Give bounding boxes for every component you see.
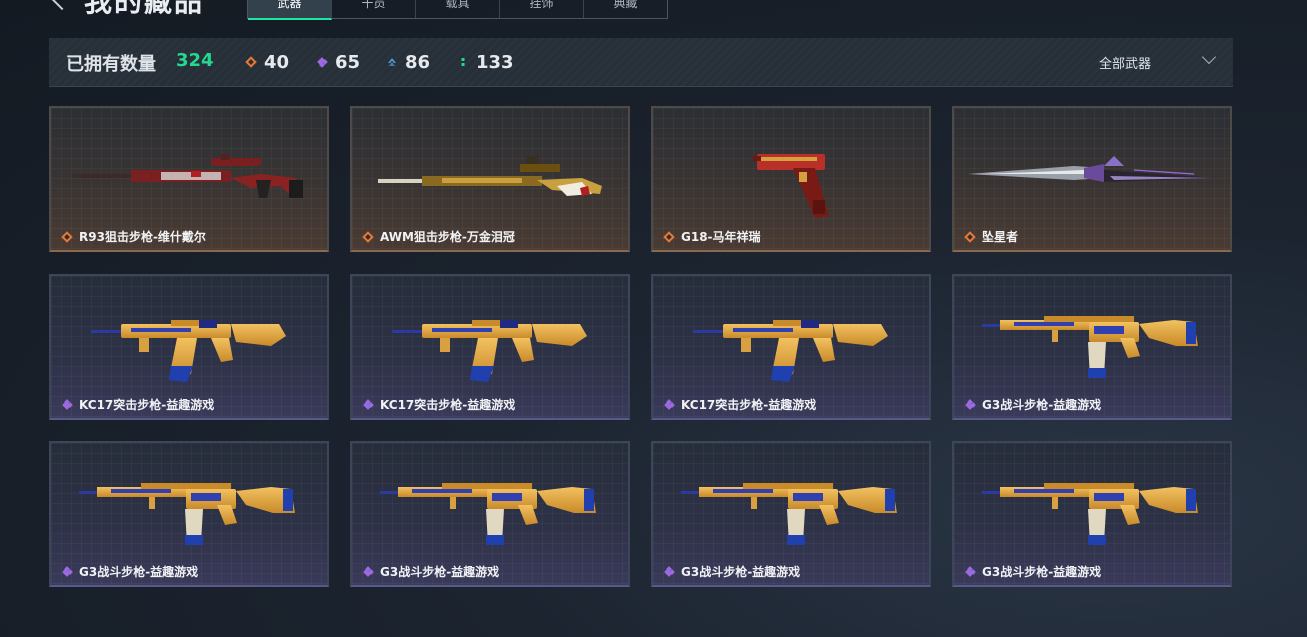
item-name: 坠星者 [982, 230, 1019, 244]
stat-orange: 40 [245, 50, 289, 74]
stat-purple-value: 65 [335, 51, 361, 73]
item-card[interactable]: 坠星者 [952, 106, 1232, 252]
stat-orange-value: 40 [264, 51, 290, 73]
item-caption: KC17突击步枪-益趣游戏 [362, 396, 515, 413]
item-caption: G3战斗步枪-益趣游戏 [61, 563, 198, 580]
weapon-image [352, 276, 628, 396]
item-name: KC17突击步枪-益趣游戏 [380, 398, 516, 412]
weapon-image [352, 108, 628, 228]
back-arrow-icon[interactable] [47, 0, 77, 11]
orange-diamond-icon [245, 56, 257, 68]
purple-diamond-icon [61, 566, 73, 578]
item-caption: KC17突击步枪-益趣游戏 [663, 396, 816, 413]
item-card[interactable]: G3战斗步枪-益趣游戏 [350, 441, 630, 587]
item-caption: G18-马年祥瑞 [663, 228, 761, 245]
item-card[interactable]: G3战斗步枪-益趣游戏 [49, 441, 329, 587]
item-name: KC17突击步枪-益趣游戏 [681, 398, 817, 412]
purple-diamond-icon [362, 399, 374, 411]
item-caption: KC17突击步枪-益趣游戏 [61, 396, 214, 413]
item-caption: G3战斗步枪-益趣游戏 [964, 396, 1101, 413]
purple-diamond-icon [663, 566, 675, 578]
item-card[interactable]: G3战斗步枪-益趣游戏 [651, 441, 931, 587]
tab-charms[interactable]: 挂饰 [500, 0, 584, 18]
item-card[interactable]: AWM狙击步枪-万金泪冠 [350, 106, 630, 252]
item-card[interactable]: KC17突击步枪-益趣游戏 [49, 274, 329, 420]
weapon-image [352, 443, 628, 563]
item-card[interactable]: R93狙击步枪-维什戴尔 [49, 106, 329, 252]
page-title: 我的藏品 [84, 0, 205, 18]
item-name: G3战斗步枪-益趣游戏 [982, 398, 1102, 412]
tab-vehicles[interactable]: 载具 [416, 0, 500, 18]
orange-diamond-icon [663, 230, 675, 243]
orange-diamond-icon [964, 230, 976, 243]
weapon-image [653, 108, 929, 228]
item-caption: AWM狙击步枪-万金泪冠 [362, 228, 515, 245]
tab-operators[interactable]: 干员 [332, 0, 416, 18]
item-name: KC17突击步枪-益趣游戏 [79, 398, 215, 412]
chevron-down-icon[interactable] [1201, 49, 1217, 65]
purple-diamond-icon [316, 56, 328, 68]
item-name: G3战斗步枪-益趣游戏 [79, 565, 199, 579]
stat-green-value: 133 [476, 51, 514, 73]
stats-bar: 已拥有数量 324 40 65 86 133 全部武器 [49, 38, 1233, 87]
weapon-image [51, 108, 327, 228]
top-bar: 我的藏品 武器 干员 载具 挂饰 典藏 [0, 0, 1307, 30]
item-name: G3战斗步枪-益趣游戏 [380, 565, 500, 579]
purple-diamond-icon [964, 399, 976, 411]
purple-diamond-icon [964, 566, 976, 578]
item-card[interactable]: G18-马年祥瑞 [651, 106, 931, 252]
green-dots-icon [457, 56, 469, 68]
item-card[interactable]: G3战斗步枪-益趣游戏 [952, 441, 1232, 587]
stat-purple: 65 [316, 50, 360, 74]
weapon-image [954, 443, 1230, 563]
stat-blue-value: 86 [405, 51, 431, 73]
item-caption: G3战斗步枪-益趣游戏 [663, 563, 800, 580]
weapon-image [653, 443, 929, 563]
weapon-image [51, 443, 327, 563]
item-card[interactable]: KC17突击步枪-益趣游戏 [350, 274, 630, 420]
item-name: R93狙击步枪-维什戴尔 [79, 230, 206, 244]
item-name: G18-马年祥瑞 [681, 230, 761, 244]
owned-label: 已拥有数量 [66, 54, 156, 75]
item-caption: R93狙击步枪-维什戴尔 [61, 228, 206, 245]
weapon-image [954, 108, 1230, 228]
tab-weapons[interactable]: 武器 [248, 0, 332, 20]
item-caption: G3战斗步枪-益趣游戏 [964, 563, 1101, 580]
weapon-image [653, 276, 929, 396]
owned-count: 324 [176, 50, 214, 71]
stat-green: 133 [457, 50, 514, 74]
item-caption: G3战斗步枪-益趣游戏 [362, 563, 499, 580]
item-name: AWM狙击步枪-万金泪冠 [380, 230, 515, 244]
item-card[interactable]: G3战斗步枪-益趣游戏 [952, 274, 1232, 420]
item-card[interactable]: KC17突击步枪-益趣游戏 [651, 274, 931, 420]
weapon-image [954, 276, 1230, 396]
orange-diamond-icon [362, 230, 374, 243]
purple-diamond-icon [663, 399, 675, 411]
stat-blue: 86 [386, 50, 430, 74]
item-name: G3战斗步枪-益趣游戏 [681, 565, 801, 579]
category-tabs: 武器 干员 载具 挂饰 典藏 [247, 0, 668, 20]
purple-diamond-icon [362, 566, 374, 578]
orange-diamond-icon [61, 230, 73, 243]
item-caption: 坠星者 [964, 228, 1018, 245]
purple-diamond-icon [61, 399, 73, 411]
weapon-filter-dropdown[interactable]: 全部武器 [1099, 53, 1151, 72]
blue-chevron-icon [386, 56, 398, 68]
tab-collection[interactable]: 典藏 [584, 0, 667, 18]
item-name: G3战斗步枪-益趣游戏 [982, 565, 1102, 579]
weapon-image [51, 276, 327, 396]
